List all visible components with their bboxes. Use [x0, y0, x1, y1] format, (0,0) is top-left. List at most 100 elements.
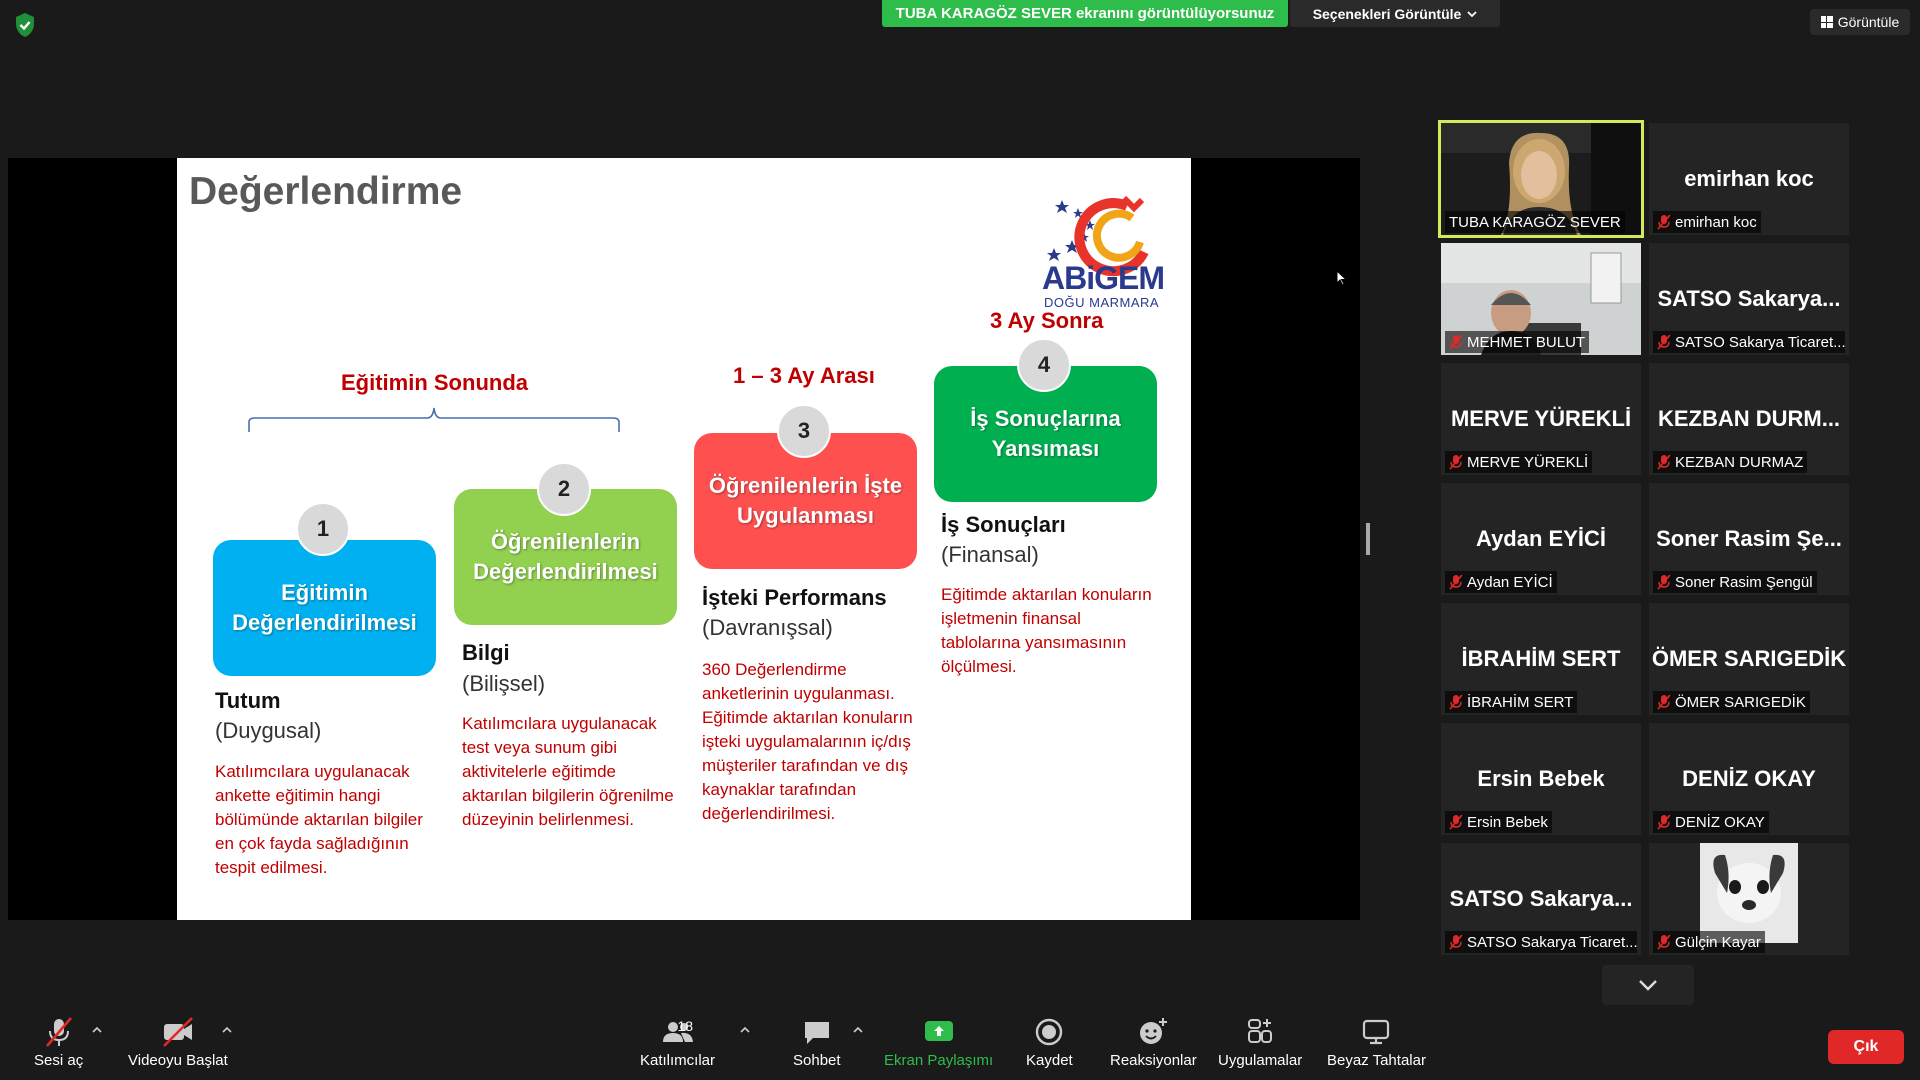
microphone-muted-icon [1449, 934, 1463, 950]
logo-text: ABiGEM [1042, 260, 1165, 296]
record-label: Kaydet [1026, 1052, 1073, 1069]
participant-tile[interactable]: emirhan koc emirhan koc [1649, 123, 1849, 235]
share-screen-button[interactable]: Ekran Paylaşımı [884, 1016, 993, 1069]
level-1-subtitle: (Duygusal) [215, 718, 322, 743]
meeting-toolbar: Sesi aç Videoyu Başlat 18 Katılımcılar S… [0, 1012, 1920, 1080]
leave-meeting-button[interactable]: Çık [1828, 1030, 1904, 1064]
chevron-down-icon [1467, 10, 1477, 17]
microphone-muted-icon [1449, 454, 1463, 470]
participant-name-label: DENİZ OKAY [1653, 811, 1769, 833]
participant-name-text: Gülçin Kayar [1675, 933, 1761, 951]
screen-share-banner: TUBA KARAGÖZ SEVER ekranını görüntülüyor… [882, 0, 1288, 27]
level-3-number: 3 [777, 404, 831, 458]
participant-name-label: SATSO Sakarya Ticaret... [1653, 331, 1845, 353]
participant-name-label: Aydan EYİCİ [1445, 571, 1557, 593]
leave-label: Çık [1853, 1038, 1879, 1055]
level-3-subtitle: (Davranışsal) [702, 615, 833, 640]
participants-options-caret-icon[interactable] [740, 1026, 750, 1034]
participant-name-label: KEZBAN DURMAZ [1653, 451, 1808, 473]
record-icon [1036, 1018, 1063, 1046]
security-shield-icon[interactable] [14, 12, 36, 38]
reactions-label: Reaksiyonlar [1110, 1052, 1197, 1069]
level-4-number: 4 [1017, 338, 1071, 392]
participant-name-text: DENİZ OKAY [1675, 813, 1765, 831]
participant-name-text: ÖMER SARIGEDİK [1675, 693, 1806, 711]
level-3-title: İşteki Performans [702, 585, 887, 610]
participant-name-label: MERVE YÜREKLİ [1445, 451, 1593, 473]
whiteboards-button[interactable]: Beyaz Tahtalar [1327, 1016, 1426, 1069]
participant-name-label: MEHMET BULUT [1445, 331, 1590, 353]
whiteboards-label: Beyaz Tahtalar [1327, 1052, 1426, 1069]
participant-name-text: TUBA KARAGÖZ SEVER [1449, 213, 1621, 231]
microphone-muted-icon [1657, 574, 1671, 590]
chat-button[interactable]: Sohbet [793, 1016, 841, 1069]
share-screen-icon [924, 1021, 953, 1041]
gallery-next-page-button[interactable] [1602, 965, 1694, 1005]
participant-name-text: MEHMET BULUT [1467, 333, 1586, 351]
microphone-muted-icon [1657, 334, 1671, 350]
apps-icon [1248, 1019, 1273, 1043]
gallery-view-button[interactable]: Görüntüle [1810, 9, 1910, 35]
participant-name-text: MERVE YÜREKLİ [1467, 453, 1589, 471]
grid-view-icon [1820, 16, 1833, 28]
audio-options-caret-icon[interactable] [92, 1026, 102, 1034]
heading-end-of-training: Eğitimin Sonunda [341, 370, 528, 395]
chat-bubble-icon [804, 1022, 829, 1044]
participant-name-label: SATSO Sakarya Ticaret... [1445, 931, 1637, 953]
chat-options-caret-icon[interactable] [853, 1026, 863, 1034]
emoji-reaction-icon [1140, 1018, 1168, 1044]
participant-tile[interactable]: TUBA KARAGÖZ SEVER [1438, 120, 1644, 238]
video-options-caret-icon[interactable] [222, 1026, 232, 1034]
apps-button[interactable]: Uygulamalar [1218, 1016, 1302, 1069]
participant-name-text: SATSO Sakarya Ticaret... [1467, 933, 1637, 951]
level-3-description: 360 Değerlendirme anketlerinin uygulanma… [702, 660, 913, 823]
participant-name-label: Gülçin Kayar [1653, 931, 1765, 953]
participant-tile[interactable]: SATSO Sakarya... SATSO Sakarya Ticaret... [1441, 843, 1641, 955]
participant-tile[interactable]: Ersin Bebek Ersin Bebek [1441, 723, 1641, 835]
panel-resize-handle[interactable] [1366, 523, 1370, 555]
level-2-number: 2 [537, 462, 591, 516]
participant-tile[interactable]: Aydan EYİCİ Aydan EYİCİ [1441, 483, 1641, 595]
heading-3-months: 3 Ay Sonra [990, 308, 1104, 333]
view-options-button[interactable]: Seçenekleri Görüntüle [1290, 0, 1500, 27]
microphone-muted-icon [1449, 694, 1463, 710]
participant-tile[interactable]: Gülçin Kayar [1649, 843, 1849, 955]
record-button[interactable]: Kaydet [1026, 1016, 1073, 1069]
microphone-muted-icon [1657, 214, 1671, 230]
microphone-muted-icon [1449, 574, 1463, 590]
reactions-button[interactable]: Reaksiyonlar [1110, 1016, 1197, 1069]
participant-name-label: İBRAHİM SERT [1445, 691, 1578, 713]
participant-name-text: SATSO Sakarya Ticaret... [1675, 333, 1845, 351]
share-banner-text: TUBA KARAGÖZ SEVER ekranını görüntülüyor… [895, 5, 1275, 22]
participant-tile[interactable]: MERVE YÜREKLİ MERVE YÜREKLİ [1441, 363, 1641, 475]
slide-title: Değerlendirme [189, 170, 463, 213]
participant-name-label: ÖMER SARIGEDİK [1653, 691, 1810, 713]
participant-tile[interactable]: SATSO Sakarya... SATSO Sakarya Ticaret... [1649, 243, 1849, 355]
level-2-description: Katılımcılara uygulanacak test veya sunu… [462, 714, 674, 829]
start-video-button[interactable]: Videoyu Başlat [128, 1016, 228, 1069]
participant-tile[interactable]: Soner Rasim Şe... Soner Rasim Şengül [1649, 483, 1849, 595]
participant-tile[interactable]: KEZBAN DURM... KEZBAN DURMAZ [1649, 363, 1849, 475]
presentation-slide: Değerlendirme ABiGEM DOĞU MARMARA Eğitim… [177, 158, 1191, 920]
participants-button[interactable]: 18 Katılımcılar [640, 1016, 715, 1069]
start-video-label: Videoyu Başlat [128, 1052, 228, 1069]
participant-tile[interactable]: MEHMET BULUT [1441, 243, 1641, 355]
participant-tile[interactable]: DENİZ OKAY DENİZ OKAY [1649, 723, 1849, 835]
microphone-muted-icon [1657, 934, 1671, 950]
microphone-muted-icon [1657, 814, 1671, 830]
participant-name-text: İBRAHİM SERT [1467, 693, 1574, 711]
level-1-box: Eğitimin Değerlendirilmesi [213, 540, 436, 676]
mouse-cursor-icon [1336, 270, 1348, 286]
participant-name-text: Aydan EYİCİ [1467, 573, 1553, 591]
participants-label: Katılımcılar [640, 1052, 716, 1069]
participant-count-badge: 18 [677, 1018, 694, 1034]
apps-label: Uygulamalar [1218, 1052, 1303, 1069]
participant-tile[interactable]: İBRAHİM SERT İBRAHİM SERT [1441, 603, 1641, 715]
heading-1-3-months: 1 – 3 Ay Arası [733, 363, 875, 388]
level-1-number: 1 [296, 502, 350, 556]
participant-tile[interactable]: ÖMER SARIGEDİK ÖMER SARIGEDİK [1649, 603, 1849, 715]
participant-name-label: TUBA KARAGÖZ SEVER [1445, 211, 1625, 233]
unmute-button[interactable]: Sesi aç [34, 1016, 83, 1069]
participant-name-text: Soner Rasim Şengül [1675, 573, 1813, 591]
participant-name-text: KEZBAN DURMAZ [1675, 453, 1804, 471]
